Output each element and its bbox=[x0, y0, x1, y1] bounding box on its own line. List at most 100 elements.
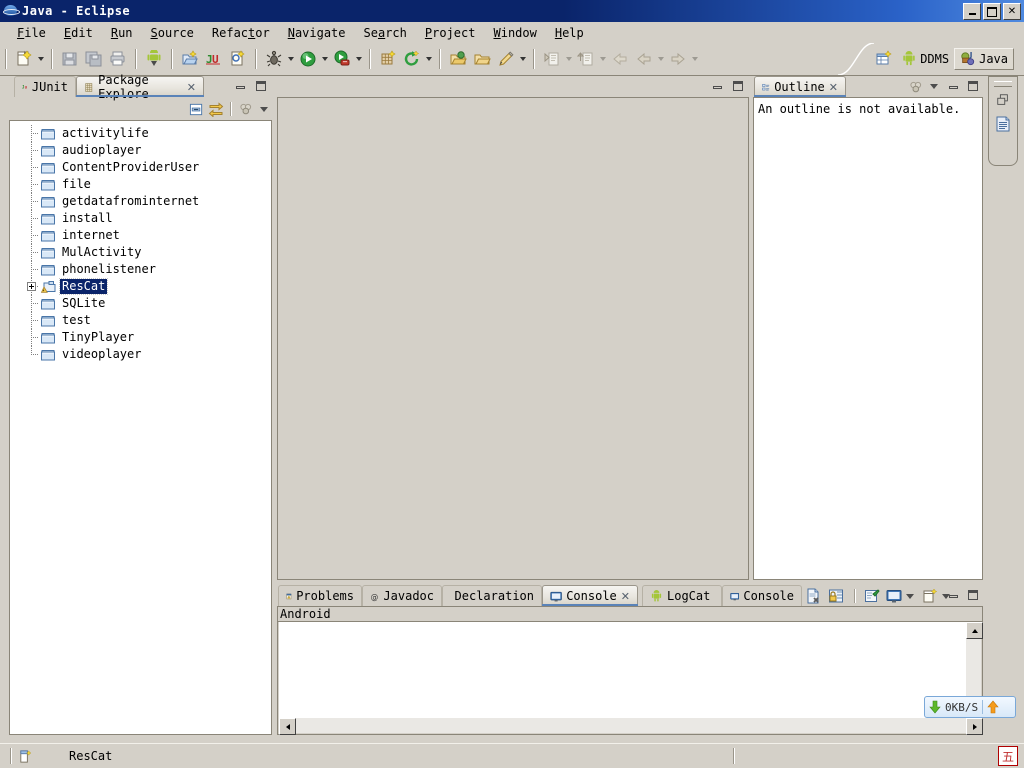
minimize-editor-button[interactable] bbox=[710, 79, 726, 93]
outline-view-icon[interactable] bbox=[992, 113, 1014, 135]
annotation-icon[interactable] bbox=[495, 48, 517, 70]
next-annotation-icon[interactable] bbox=[541, 48, 563, 70]
fast-view-handle[interactable] bbox=[994, 81, 1012, 87]
scroll-right-button[interactable] bbox=[966, 718, 983, 735]
new-console-icon[interactable] bbox=[920, 587, 940, 605]
minimize-button[interactable] bbox=[963, 3, 981, 20]
tree-item[interactable]: MulActivity bbox=[10, 244, 271, 261]
perspective-ddms[interactable]: DDMS bbox=[896, 48, 954, 70]
outline-body[interactable]: An outline is not available. bbox=[753, 97, 983, 580]
minimize-console-button[interactable] bbox=[946, 588, 962, 602]
menu-window[interactable]: Window bbox=[484, 24, 545, 42]
close-icon[interactable]: ✕ bbox=[621, 590, 630, 603]
tree-item[interactable]: test bbox=[10, 312, 271, 329]
clear-console-icon[interactable] bbox=[804, 587, 824, 605]
tab-junit[interactable]: J u JUnit bbox=[14, 76, 76, 97]
maximize-editor-button[interactable] bbox=[730, 79, 746, 93]
maximize-button[interactable] bbox=[983, 3, 1001, 20]
close-icon[interactable]: ✕ bbox=[187, 81, 196, 94]
empty-editor-area[interactable] bbox=[277, 97, 749, 580]
menu-run[interactable]: Run bbox=[102, 24, 142, 42]
tree-item[interactable]: ContentProviderUser bbox=[10, 159, 271, 176]
ime-indicator[interactable]: 五 bbox=[998, 746, 1018, 766]
refresh-dropdown-icon[interactable] bbox=[424, 48, 434, 70]
tab-logcat[interactable]: LogCat bbox=[642, 585, 722, 606]
tab-console-2[interactable]: Console bbox=[722, 585, 802, 606]
tab-package-explorer[interactable]: Package Explore ✕ bbox=[76, 76, 204, 97]
tab-declaration[interactable]: Declaration bbox=[442, 585, 542, 606]
debug-dropdown-icon[interactable] bbox=[286, 48, 296, 70]
tree-item[interactable]: internet bbox=[10, 227, 271, 244]
previous-annotation-icon[interactable] bbox=[575, 48, 597, 70]
open-type-icon[interactable] bbox=[447, 48, 469, 70]
maximize-view-button[interactable] bbox=[253, 79, 269, 93]
tree-item[interactable]: audioplayer bbox=[10, 142, 271, 159]
tree-item[interactable]: install bbox=[10, 210, 271, 227]
maximize-console-button[interactable] bbox=[965, 588, 981, 602]
run-dropdown-icon[interactable] bbox=[320, 48, 330, 70]
tab-problems[interactable]: Problems bbox=[278, 585, 362, 606]
next-annotation-dropdown-icon[interactable] bbox=[564, 48, 574, 70]
run-external-dropdown-icon[interactable] bbox=[354, 48, 364, 70]
menu-search[interactable]: Search bbox=[355, 24, 416, 42]
back-dropdown-icon[interactable] bbox=[656, 48, 666, 70]
tree-item[interactable]: videoplayer bbox=[10, 346, 271, 363]
tree-item[interactable]: SQLite bbox=[10, 295, 271, 312]
link-with-editor-icon[interactable] bbox=[206, 100, 226, 118]
tree-item[interactable]: phonelistener bbox=[10, 261, 271, 278]
display-console-icon[interactable] bbox=[884, 587, 904, 605]
menu-project[interactable]: Project bbox=[416, 24, 485, 42]
new-wizard-dropdown-icon[interactable] bbox=[36, 48, 46, 70]
back-icon[interactable] bbox=[633, 48, 655, 70]
pin-console-icon[interactable] bbox=[862, 587, 882, 605]
perspective-java[interactable]: J Java bbox=[954, 48, 1014, 70]
annotation-dropdown-icon[interactable] bbox=[518, 48, 528, 70]
print-icon[interactable] bbox=[107, 48, 129, 70]
restore-icon[interactable] bbox=[992, 89, 1014, 111]
tab-console[interactable]: Console ✕ bbox=[542, 585, 638, 606]
new-package-icon[interactable] bbox=[179, 48, 201, 70]
tab-outline[interactable]: Outline ✕ bbox=[754, 76, 846, 97]
network-speed-gadget[interactable]: 0KB/S bbox=[924, 696, 1016, 718]
minimize-outline-button[interactable] bbox=[946, 79, 962, 93]
tree-item[interactable]: TinyPlayer bbox=[10, 329, 271, 346]
collapse-all-icon[interactable] bbox=[186, 100, 206, 118]
previous-annotation-dropdown-icon[interactable] bbox=[598, 48, 608, 70]
project-tree[interactable]: activitylifeaudioplayerContentProviderUs… bbox=[10, 121, 271, 734]
menu-refactor[interactable]: Refactor bbox=[203, 24, 279, 42]
new-class-icon[interactable] bbox=[227, 48, 249, 70]
run-icon[interactable] bbox=[297, 48, 319, 70]
scroll-lock-icon[interactable] bbox=[826, 587, 846, 605]
forward-icon[interactable] bbox=[667, 48, 689, 70]
save-all-icon[interactable] bbox=[83, 48, 105, 70]
display-console-dropdown-icon[interactable] bbox=[902, 589, 918, 603]
refresh-icon[interactable] bbox=[401, 48, 423, 70]
minimize-view-button[interactable] bbox=[233, 79, 249, 93]
tree-item[interactable]: file bbox=[10, 176, 271, 193]
close-button[interactable]: ✕ bbox=[1003, 3, 1021, 20]
menu-edit[interactable]: Edit bbox=[55, 24, 102, 42]
run-external-tools-icon[interactable] bbox=[331, 48, 353, 70]
junit-test-icon[interactable]: J U bbox=[203, 48, 225, 70]
tree-item[interactable]: getdatafrominternet bbox=[10, 193, 271, 210]
back-history-icon[interactable] bbox=[609, 48, 631, 70]
forward-dropdown-icon[interactable] bbox=[690, 48, 700, 70]
maximize-outline-button[interactable] bbox=[965, 79, 981, 93]
menu-source[interactable]: Source bbox=[142, 24, 203, 42]
view-menu-focus-icon[interactable] bbox=[236, 100, 256, 118]
tab-javadoc[interactable]: @ Javadoc bbox=[362, 585, 442, 606]
menu-navigate[interactable]: Navigate bbox=[279, 24, 355, 42]
scroll-left-button[interactable] bbox=[279, 718, 296, 735]
open-task-icon[interactable] bbox=[471, 48, 493, 70]
menu-file[interactable]: File bbox=[8, 24, 55, 42]
tree-item[interactable]: activitylife bbox=[10, 125, 271, 142]
new-android-project-icon[interactable] bbox=[377, 48, 399, 70]
tree-item[interactable]: ResCat bbox=[10, 278, 271, 295]
view-menu-icon[interactable] bbox=[926, 79, 942, 93]
new-wizard-icon[interactable] bbox=[13, 48, 35, 70]
expand-icon[interactable] bbox=[27, 282, 36, 291]
console-output[interactable] bbox=[279, 622, 966, 719]
open-perspective-icon[interactable] bbox=[873, 48, 895, 70]
view-menu-icon[interactable] bbox=[256, 102, 272, 116]
debug-icon[interactable] bbox=[263, 48, 285, 70]
